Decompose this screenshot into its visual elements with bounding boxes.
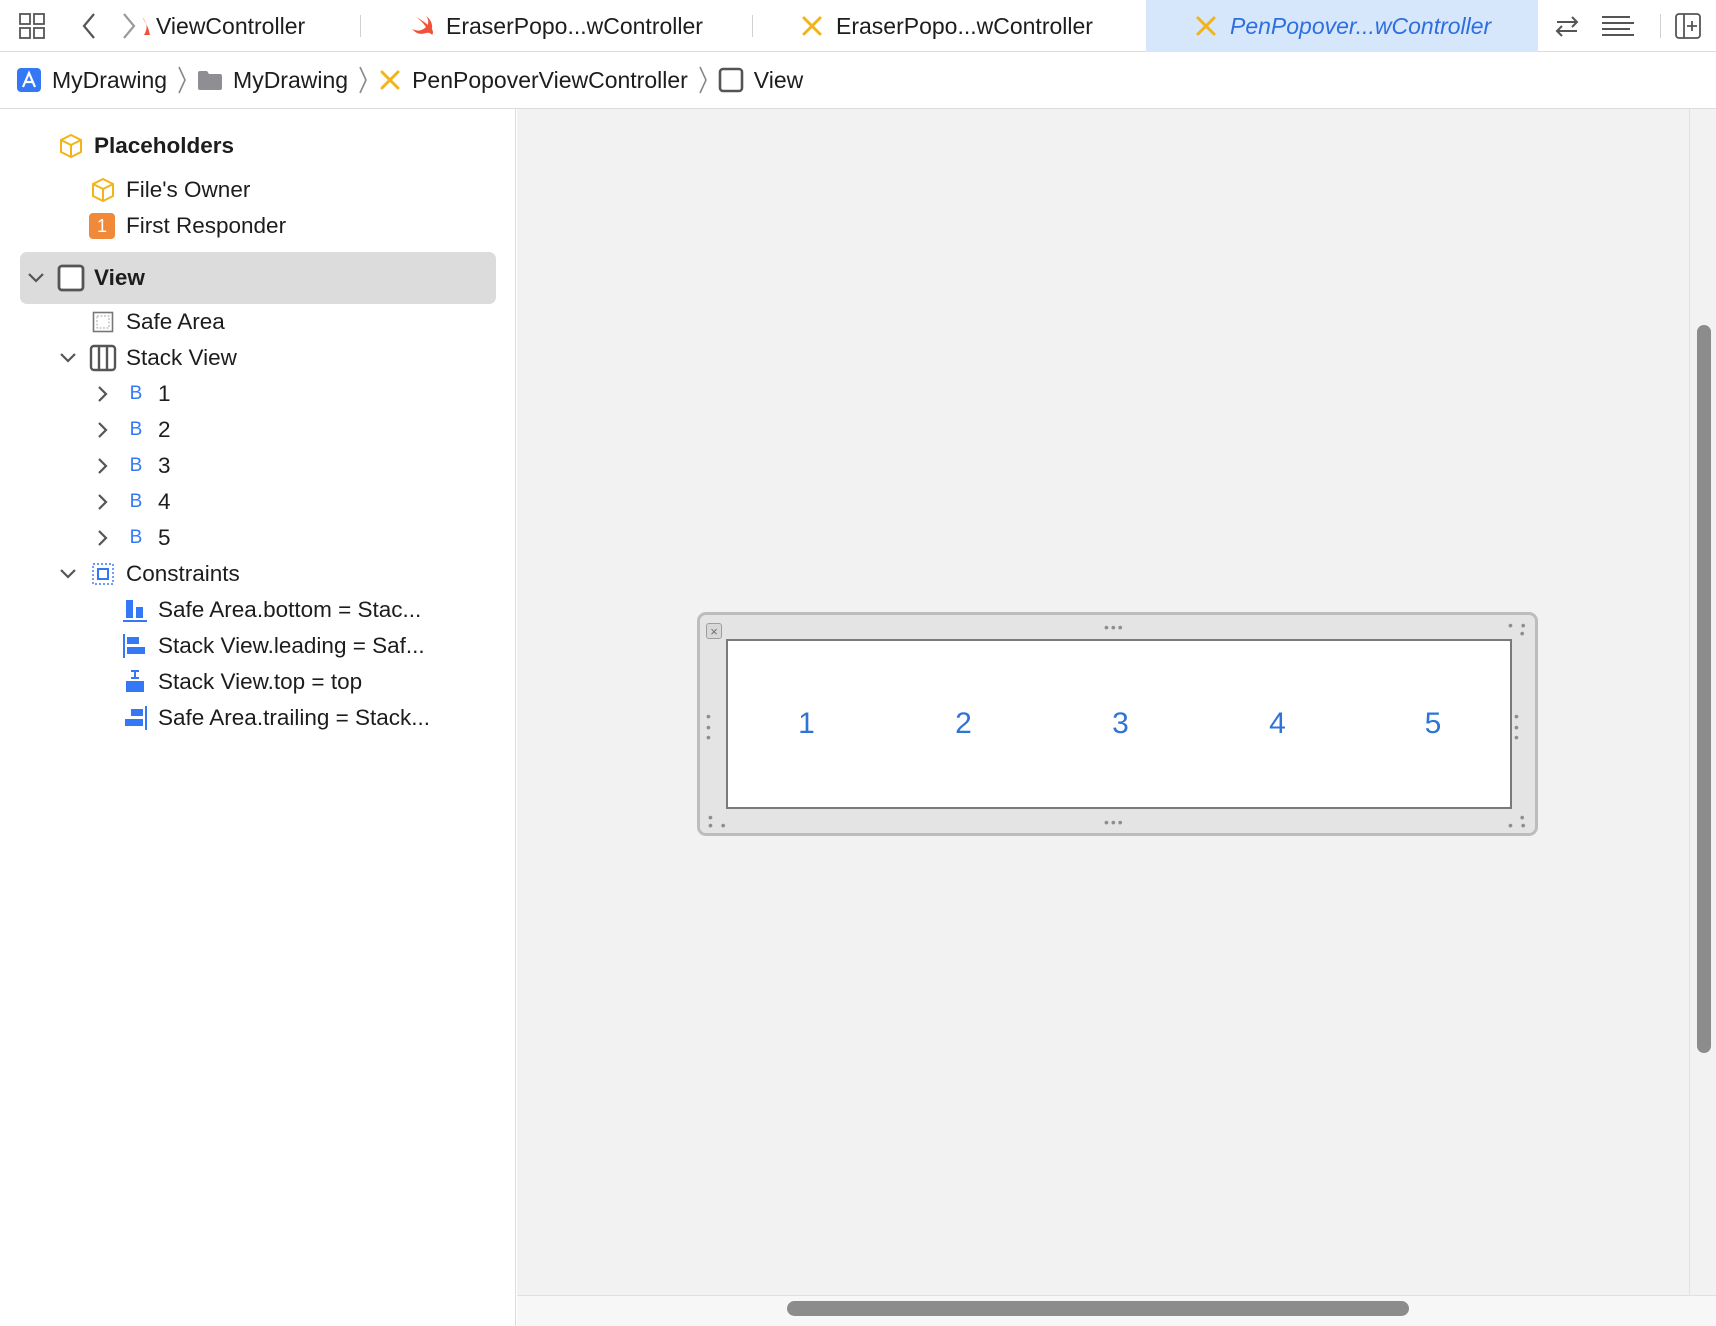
tab-pen-popover-xib[interactable]: PenPopover...wController — [1146, 0, 1538, 52]
interface-builder-icon — [1194, 14, 1218, 38]
resize-handle-top[interactable]: ••• — [1104, 620, 1125, 634]
outline-label: Safe Area.bottom = Stac... — [158, 597, 422, 622]
button-icon: B — [129, 419, 143, 440]
outline-label: 4 — [158, 489, 171, 514]
vertical-scroll-thumb[interactable] — [1697, 325, 1711, 1053]
related-items-icon[interactable] — [14, 0, 50, 52]
breadcrumb-label: View — [753, 66, 804, 93]
constraint-bottom-icon — [121, 596, 149, 624]
xcode-project-icon — [16, 67, 42, 93]
chevron-down-icon[interactable] — [58, 348, 78, 368]
constraint-trailing-icon — [121, 704, 149, 732]
stack-view-canvas[interactable]: 1 2 3 4 5 — [726, 639, 1512, 809]
horizontal-scroll-thumb[interactable] — [787, 1301, 1409, 1316]
forward-chevron-icon[interactable] — [114, 0, 144, 52]
tab-label: EraserPopo...wController — [836, 12, 1093, 39]
document-outline: Placeholders File's Owner 1 First Respon… — [0, 109, 516, 1326]
outline-label: 5 — [158, 525, 171, 550]
breadcrumb-file[interactable]: PenPopoverViewController — [378, 67, 688, 94]
outline-label: 3 — [158, 453, 171, 478]
tab-eraser-xib[interactable]: EraserPopo...wController — [800, 0, 1140, 52]
outline-label: 2 — [158, 417, 171, 442]
swift-icon — [410, 15, 434, 37]
chevron-right-icon — [177, 66, 187, 94]
jump-bar: MyDrawing MyDrawing PenPopoverViewContro… — [0, 52, 1716, 109]
outline-label: 1 — [158, 381, 171, 406]
close-icon[interactable]: × — [706, 623, 722, 639]
view-icon — [57, 264, 85, 292]
outline-label: File's Owner — [126, 177, 251, 202]
button-icon: B — [129, 383, 143, 404]
placeholder-cube-icon — [89, 176, 117, 204]
chevron-right-icon[interactable] — [92, 492, 112, 512]
folder-icon — [197, 69, 223, 91]
canvas-button[interactable]: 2 — [885, 641, 1042, 807]
resize-handle-bottom-right[interactable]: • • • — [1508, 810, 1528, 832]
selection-highlight — [20, 252, 496, 304]
first-responder-icon: 1 — [89, 213, 115, 239]
outline-label: Constraints — [126, 561, 240, 586]
outline-label: Placeholders — [94, 133, 235, 158]
constraints-icon — [89, 560, 117, 588]
chevron-right-icon — [698, 66, 708, 94]
chevron-down-icon[interactable] — [58, 564, 78, 584]
chevron-down-icon[interactable] — [26, 268, 46, 288]
outline-label: View — [94, 265, 145, 290]
popover-scene[interactable]: × ••• • • • • • • • • • • • • ••• • • • 1 2 3 … — [697, 612, 1538, 836]
editor-options-icon[interactable] — [1598, 0, 1638, 52]
chevron-right-icon[interactable] — [92, 384, 112, 404]
canvas-button[interactable]: 5 — [1356, 641, 1510, 807]
tab-eraser-swift[interactable]: EraserPopo...wController — [410, 0, 750, 52]
outline-label: Safe Area — [126, 309, 225, 334]
view-icon — [718, 67, 744, 93]
breadcrumb-label: PenPopoverViewController — [412, 66, 688, 93]
swap-arrows-icon[interactable] — [1550, 0, 1584, 52]
canvas-button[interactable]: 4 — [1199, 641, 1356, 807]
breadcrumb-project[interactable]: MyDrawing — [16, 67, 167, 94]
button-icon: B — [129, 491, 143, 512]
safe-area-icon — [89, 308, 117, 336]
outline-label: First Responder — [126, 213, 287, 238]
chevron-right-icon[interactable] — [92, 456, 112, 476]
interface-builder-icon — [378, 68, 402, 92]
tab-separator — [360, 15, 361, 37]
toolbar-divider — [1660, 14, 1661, 38]
stack-view-icon — [89, 344, 117, 372]
back-chevron-icon[interactable] — [74, 0, 104, 52]
chevron-right-icon — [358, 66, 368, 94]
placeholder-cube-icon — [57, 132, 85, 160]
tab-bar: ViewController EraserPopo...wController … — [0, 0, 1716, 52]
resize-handle-bottom-left[interactable]: • • • — [708, 810, 728, 832]
breadcrumb-group[interactable]: MyDrawing — [197, 67, 348, 94]
outline-label: Stack View.top = top — [158, 669, 363, 694]
constraint-leading-icon — [121, 632, 149, 660]
tab-view-controller[interactable]: ViewController — [142, 0, 360, 52]
resize-handle-left[interactable]: • • • — [706, 709, 711, 744]
tab-label: PenPopover...wController — [1230, 12, 1492, 39]
outline-label: Stack View — [126, 345, 237, 370]
button-icon: B — [129, 527, 143, 548]
breadcrumb-label: MyDrawing — [52, 66, 168, 93]
swift-icon — [142, 15, 150, 37]
breadcrumb-label: MyDrawing — [233, 66, 349, 93]
canvas-button[interactable]: 1 — [728, 641, 885, 807]
constraint-top-icon — [121, 668, 149, 696]
interface-builder-icon — [800, 14, 824, 38]
tab-label: ViewController — [156, 12, 306, 39]
canvas-button[interactable]: 3 — [1042, 641, 1199, 807]
resize-handle-right[interactable]: • • • — [1514, 709, 1519, 744]
resize-handle-bottom[interactable]: ••• — [1104, 815, 1125, 829]
button-icon: B — [129, 455, 143, 476]
add-editor-icon[interactable] — [1670, 0, 1706, 52]
breadcrumb-view[interactable]: View — [718, 67, 803, 94]
resize-handle-top-right[interactable]: • • • — [1508, 618, 1528, 640]
outline-label: Safe Area.trailing = Stack... — [158, 705, 431, 730]
tab-label: EraserPopo...wController — [446, 12, 703, 39]
tab-separator — [752, 15, 753, 37]
chevron-right-icon[interactable] — [92, 420, 112, 440]
outline-label: Stack View.leading = Saf... — [158, 633, 425, 658]
chevron-right-icon[interactable] — [92, 528, 112, 548]
